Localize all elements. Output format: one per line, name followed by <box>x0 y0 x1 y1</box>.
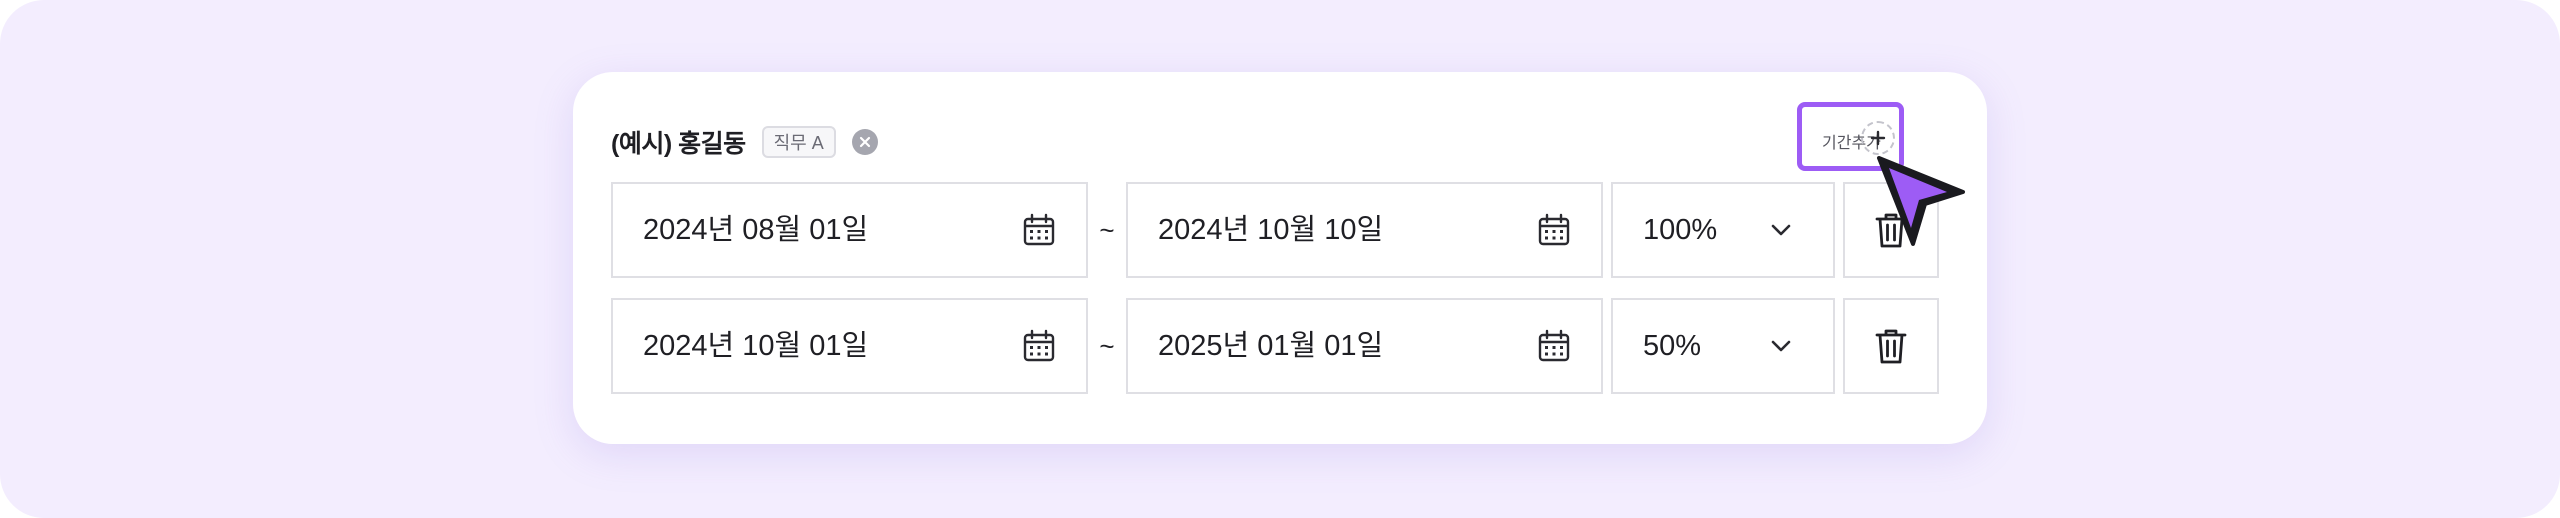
role-badge: 직무 A <box>761 126 836 158</box>
delete-period-button[interactable] <box>1843 298 1939 394</box>
end-date-field[interactable]: 2025년 01월 01일 <box>1126 298 1603 394</box>
date-range-separator: ~ <box>1099 331 1115 361</box>
end-date-value: 2024년 10월 10일 <box>1158 214 1384 246</box>
ratio-select[interactable]: 50% <box>1611 298 1835 394</box>
start-date-value: 2024년 08월 01일 <box>643 214 869 246</box>
calendar-icon[interactable] <box>1537 329 1571 363</box>
plus-icon <box>1870 130 1886 146</box>
chevron-down-icon <box>1771 224 1791 236</box>
calendar-icon[interactable] <box>1537 213 1571 247</box>
period-row: 2024년 10월 01일 ~ 2025년 01월 01일 50% <box>611 298 1939 394</box>
ratio-select[interactable]: 100% <box>1611 182 1835 278</box>
start-date-field[interactable]: 2024년 08월 01일 <box>611 182 1088 278</box>
calendar-icon[interactable] <box>1022 213 1056 247</box>
calendar-icon[interactable] <box>1022 329 1056 363</box>
person-header: (예시) 홍길동 직무 A <box>611 114 878 170</box>
assignment-card: (예시) 홍길동 직무 A 기간추가 2024년 08월 01일 ~ 2024년… <box>573 72 1987 444</box>
date-range-separator: ~ <box>1099 215 1115 245</box>
delete-period-button[interactable] <box>1843 182 1939 278</box>
start-date-value: 2024년 10월 01일 <box>643 330 869 362</box>
add-period-plus-button[interactable] <box>1861 121 1895 155</box>
trash-icon <box>1875 329 1907 364</box>
close-circle-icon <box>859 136 870 148</box>
trash-icon <box>1875 213 1907 248</box>
chevron-down-icon <box>1771 340 1791 352</box>
add-period-button[interactable]: 기간추가 <box>1797 102 1904 171</box>
page-background: (예시) 홍길동 직무 A 기간추가 2024년 08월 01일 ~ 2024년… <box>0 0 2560 518</box>
ratio-value: 100% <box>1643 214 1718 246</box>
end-date-field[interactable]: 2024년 10월 10일 <box>1126 182 1603 278</box>
remove-person-button[interactable] <box>851 129 878 155</box>
ratio-value: 50% <box>1643 330 1702 362</box>
period-row: 2024년 08월 01일 ~ 2024년 10월 10일 100% <box>611 182 1939 278</box>
person-name: (예시) 홍길동 <box>611 130 746 158</box>
start-date-field[interactable]: 2024년 10월 01일 <box>611 298 1088 394</box>
end-date-value: 2025년 01월 01일 <box>1158 330 1384 362</box>
